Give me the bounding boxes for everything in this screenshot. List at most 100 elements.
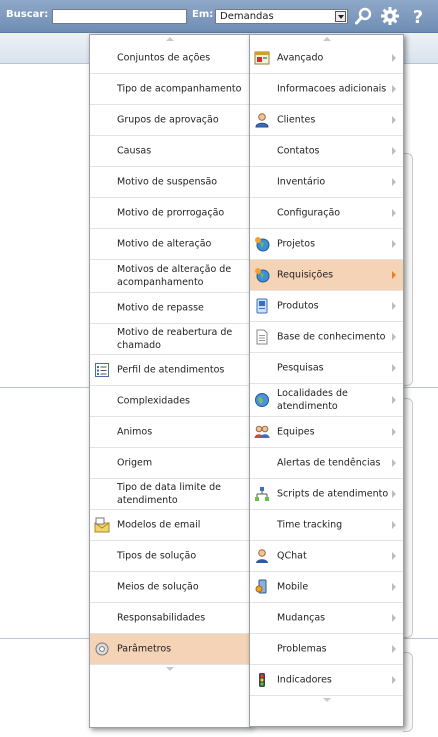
- menu-item-configuracao[interactable]: Configuração: [250, 198, 403, 229]
- chevron-down-icon[interactable]: [335, 11, 346, 22]
- menu-item-produtos[interactable]: Produtos: [250, 291, 403, 322]
- chevron-right-icon: [392, 178, 396, 186]
- submenu-item-label: Motivo de repasse: [117, 302, 204, 314]
- chevron-right-icon: [392, 364, 396, 372]
- menu-item-mudancas[interactable]: Mudanças: [250, 603, 403, 634]
- submenu-item-motivo-de-repasse[interactable]: Motivo de repasse: [90, 293, 250, 324]
- submenu-item-grupos-de-aprovacao[interactable]: Grupos de aprovação: [90, 105, 250, 136]
- menu-item-localidades-de-atendimento[interactable]: Localidades de atendimento: [250, 384, 403, 417]
- submenu-item-animos[interactable]: Animos: [90, 417, 250, 448]
- submenu-item-motivo-de-reabertura-de-chamado[interactable]: Motivo de reabertura de chamado: [90, 324, 250, 355]
- menu-item-alertas-de-tendencias[interactable]: Alertas de tendências: [250, 448, 403, 479]
- menu-item-mobile[interactable]: Mobile: [250, 572, 403, 603]
- submenu-item-motivos-de-alteracao-de-acompanhamento[interactable]: Motivos de alteração de acompanhamento: [90, 260, 250, 293]
- menu-item-label: Clientes: [277, 114, 316, 126]
- menu-item-time-tracking[interactable]: Time tracking: [250, 510, 403, 541]
- menu-item-requisicoes[interactable]: Requisições: [250, 260, 403, 291]
- menu-item-problemas[interactable]: Problemas: [250, 634, 403, 665]
- submenu-item-perfil-de-atendimentos[interactable]: Perfil de atendimentos: [90, 355, 250, 386]
- products-icon: [254, 298, 270, 314]
- requests-submenu: Conjuntos de ações Tipo de acompanhamento…: [89, 34, 251, 728]
- menu-item-base-de-conhecimento[interactable]: Base de conhecimento: [250, 322, 403, 353]
- chevron-right-icon: [392, 85, 396, 93]
- menu-item-qchat[interactable]: QChat: [250, 541, 403, 572]
- menu-item-label: QChat: [277, 550, 307, 562]
- user-icon: [254, 112, 270, 128]
- submenu-item-label: Causas: [117, 145, 152, 157]
- menu-item-label: Scripts de atendimento: [277, 488, 389, 500]
- chevron-right-icon: [392, 209, 396, 217]
- menu-item-scripts-de-atendimento[interactable]: Scripts de atendimento: [250, 479, 403, 510]
- menu-item-inventario[interactable]: Inventário: [250, 167, 403, 198]
- submenu-item-motivo-de-alteracao[interactable]: Motivo de alteração: [90, 229, 250, 260]
- submenu-item-tipos-de-solucao[interactable]: Tipos de solução: [90, 541, 250, 572]
- submenu-item-motivo-de-suspensao[interactable]: Motivo de suspensão: [90, 167, 250, 198]
- requests-icon: [254, 267, 270, 283]
- submenu-item-label: Tipo de data limite de atendimento: [117, 482, 221, 506]
- top-search-bar: Buscar: Em: Demandas ?: [0, 0, 438, 33]
- submenu-item-causas[interactable]: Causas: [90, 136, 250, 167]
- chevron-right-icon: [392, 521, 396, 529]
- submenu-item-conjuntos-de-acoes[interactable]: Conjuntos de ações: [90, 43, 250, 74]
- submenu-item-origem[interactable]: Origem: [90, 448, 250, 479]
- background-panel: [403, 652, 413, 732]
- scripts-icon: [254, 486, 270, 502]
- submenu-item-label: Responsabilidades: [117, 612, 206, 624]
- menu-item-avancado[interactable]: Avançado: [250, 43, 403, 74]
- email-template-icon: [94, 517, 110, 533]
- menu-item-label: Localidades de atendimento: [277, 388, 348, 412]
- search-label: Buscar:: [6, 9, 49, 20]
- chevron-right-icon: [392, 552, 396, 560]
- chevron-right-icon: [392, 645, 396, 653]
- submenu-item-label: Animos: [117, 426, 153, 438]
- chevron-right-icon: [392, 271, 396, 279]
- menu-item-projetos[interactable]: Projetos: [250, 229, 403, 260]
- submenu-item-tipo-de-data-limite-de-atendimento[interactable]: Tipo de data limite de atendimento: [90, 479, 250, 510]
- parameters-icon: [94, 641, 110, 657]
- traffic-light-icon: [254, 672, 270, 688]
- submenu-item-label: Origem: [117, 457, 153, 469]
- submenu-item-label: Meios de solução: [117, 581, 199, 593]
- scroll-down-arrow[interactable]: [90, 665, 250, 673]
- background-panel: [403, 398, 413, 638]
- submenu-item-motivo-de-prorrogacao[interactable]: Motivo de prorrogação: [90, 198, 250, 229]
- submenu-item-label: Motivo de suspensão: [117, 176, 218, 188]
- search-scope-select[interactable]: Demandas: [215, 9, 348, 24]
- chevron-right-icon: [392, 490, 396, 498]
- chat-icon: [254, 548, 270, 564]
- submenu-item-tipo-de-acompanhamento[interactable]: Tipo de acompanhamento: [90, 74, 250, 105]
- scroll-down-arrow[interactable]: [250, 696, 403, 704]
- scroll-up-arrow[interactable]: [250, 35, 403, 43]
- menu-item-indicadores[interactable]: Indicadores: [250, 665, 403, 696]
- submenu-item-complexidades[interactable]: Complexidades: [90, 386, 250, 417]
- menu-item-informacoes-adicionais[interactable]: Informacoes adicionais: [250, 74, 403, 105]
- submenu-item-meios-de-solucao[interactable]: Meios de solução: [90, 572, 250, 603]
- submenu-item-label: Complexidades: [117, 395, 190, 407]
- globe-icon: [254, 392, 270, 408]
- submenu-item-responsabilidades[interactable]: Responsabilidades: [90, 603, 250, 634]
- scroll-up-arrow[interactable]: [90, 35, 250, 43]
- menu-item-label: Avançado: [277, 52, 324, 64]
- search-icon[interactable]: [354, 6, 374, 26]
- search-input[interactable]: [52, 9, 187, 24]
- chevron-right-icon: [392, 583, 396, 591]
- menu-item-label: Projetos: [277, 238, 316, 250]
- menu-item-label: Inventário: [277, 176, 326, 188]
- chevron-right-icon: [392, 459, 396, 467]
- help-icon[interactable]: ?: [408, 6, 428, 26]
- submenu-item-modelos-de-email[interactable]: Modelos de email: [90, 510, 250, 541]
- menu-item-equipes[interactable]: Equipes: [250, 417, 403, 448]
- menu-item-contatos[interactable]: Contatos: [250, 136, 403, 167]
- chevron-right-icon: [392, 240, 396, 248]
- menu-item-pesquisas[interactable]: Pesquisas: [250, 353, 403, 384]
- menu-item-label: Mobile: [277, 581, 309, 593]
- submenu-item-parametros[interactable]: Parâmetros: [90, 634, 250, 665]
- main-menu: Avançado Informacoes adicionais Clientes Co…: [249, 34, 404, 727]
- menu-item-label: Alertas de tendências: [277, 457, 381, 469]
- submenu-item-label: Motivo de prorrogação: [117, 207, 225, 219]
- gear-icon[interactable]: [380, 6, 400, 26]
- menu-item-label: Problemas: [277, 643, 327, 655]
- menu-item-clientes[interactable]: Clientes: [250, 105, 403, 136]
- chevron-right-icon: [392, 147, 396, 155]
- list-icon: [94, 362, 110, 378]
